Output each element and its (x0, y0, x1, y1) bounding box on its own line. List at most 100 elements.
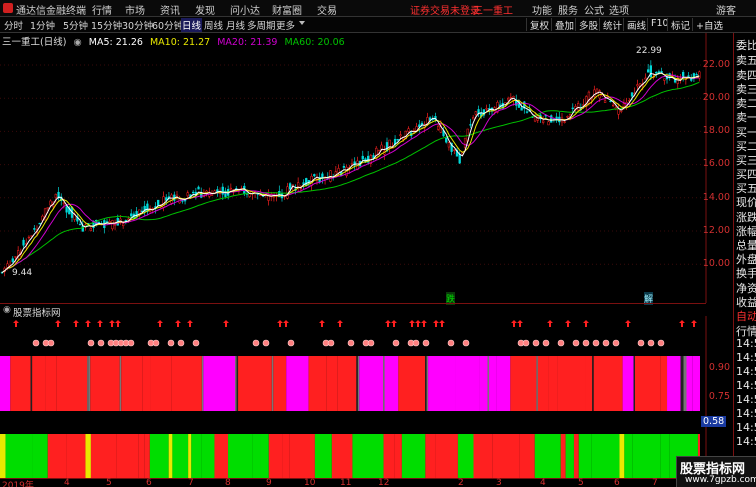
candle-body (192, 191, 195, 194)
band-segment (32, 434, 48, 478)
band-segment (624, 434, 633, 478)
login-notice[interactable]: 证券交易未登录 (410, 2, 480, 17)
menu-trade[interactable]: 交易 (317, 2, 337, 17)
candle-body (485, 108, 488, 110)
signal-bead (87, 339, 95, 347)
signal-bead (582, 339, 590, 347)
indicator-settings-icon[interactable]: ◉ (3, 305, 11, 315)
draw-button[interactable]: 画线 (623, 18, 646, 32)
period-monthly[interactable]: 月线 (226, 18, 245, 32)
candle-body (453, 149, 456, 151)
band-segment (455, 356, 480, 411)
period-5min[interactable]: 5分钟 (63, 18, 88, 32)
up-arrow-icon (625, 320, 631, 327)
signal-bead (637, 339, 645, 347)
candle-body (657, 71, 661, 74)
chevron-down-icon[interactable] (299, 21, 305, 25)
band-segment (537, 356, 549, 411)
band-segment (144, 434, 150, 478)
up-arrow-icon (283, 320, 289, 327)
period-1min[interactable]: 1分钟 (30, 18, 55, 32)
up-arrow-icon (157, 320, 163, 327)
band-segment (426, 356, 429, 411)
signal-bead (152, 339, 160, 347)
menu-functions[interactable]: 功能 (532, 2, 552, 17)
up-arrow-icon (409, 320, 415, 327)
menu-discover[interactable]: 发现 (195, 2, 215, 17)
up-arrow-icon (511, 320, 517, 327)
band-segment (496, 356, 511, 411)
kline-chart[interactable] (0, 33, 733, 303)
period-15min[interactable]: 15分钟 (91, 18, 122, 32)
band-segment (635, 356, 661, 411)
date-tick: 7 (188, 478, 194, 487)
candle-body (78, 223, 82, 226)
menu-news[interactable]: 资讯 (160, 2, 180, 17)
up-arrow-icon (547, 320, 553, 327)
date-tick: 10 (304, 478, 316, 487)
menu-wealth[interactable]: 财富圈 (272, 2, 302, 17)
stats-button[interactable]: 统计 (599, 18, 622, 32)
menu-ask[interactable]: 问小达 (230, 2, 260, 17)
auto-button[interactable]: 自动 (736, 308, 756, 324)
adjust-button[interactable]: 复权 (526, 18, 549, 32)
price-tick: 12.00 (702, 225, 730, 236)
mark-button[interactable]: 标记 (667, 18, 690, 32)
menu-market[interactable]: 市场 (125, 2, 145, 17)
candle-body (288, 183, 292, 190)
band-segment (667, 356, 681, 411)
candle-body (396, 139, 399, 141)
up-arrow-icon (85, 320, 91, 327)
up-arrow-icon (115, 320, 121, 327)
signal-bead (557, 339, 565, 347)
period-tick[interactable]: 分时 (4, 18, 23, 32)
f10-button[interactable]: F10 (647, 18, 669, 31)
candle-body (617, 109, 620, 115)
candle-body (297, 182, 300, 187)
band-segment (619, 434, 625, 478)
candle-body (550, 115, 553, 123)
indicator-header: ◉ 股票指标网 (0, 303, 706, 319)
up-arrow-icon (175, 320, 181, 327)
band-segment (356, 356, 358, 411)
candle-body (54, 193, 57, 198)
candle-body (571, 107, 574, 109)
period-30min[interactable]: 30分钟 (122, 18, 153, 32)
period-daily[interactable]: 日线 (181, 18, 203, 32)
menu-services[interactable]: 服务 (558, 2, 578, 17)
candle-body (445, 137, 448, 143)
band-segment (487, 356, 490, 411)
signal-bead (192, 339, 200, 347)
band-segment (394, 434, 402, 478)
candlesticks (0, 60, 701, 277)
multi-stock-button[interactable]: 多股 (575, 18, 598, 32)
period-multi[interactable]: 多周期 (247, 18, 276, 32)
band-segment (203, 356, 236, 411)
quote-field: 卖五 (736, 54, 756, 67)
add-watchlist-button[interactable]: +自选 (692, 18, 723, 32)
candle-body (622, 103, 626, 107)
band-segment (138, 434, 145, 478)
overlay-button[interactable]: 叠加 (551, 18, 574, 32)
period-weekly[interactable]: 周线 (204, 18, 223, 32)
guest-label[interactable]: 游客 (716, 2, 736, 17)
band-segment (56, 356, 88, 411)
up-arrow-icon (385, 320, 391, 327)
candle-body (38, 222, 41, 225)
candle-body (690, 78, 693, 81)
band-segment (289, 434, 315, 478)
band-segment (286, 356, 309, 411)
menu-options[interactable]: 选项 (609, 2, 629, 17)
candle-body (313, 174, 316, 177)
menu-quotes[interactable]: 行情 (92, 2, 112, 17)
indicator-chart[interactable] (0, 316, 733, 478)
candle-body (14, 256, 17, 258)
period-60min[interactable]: 60分钟 (152, 18, 183, 32)
band-segment (398, 356, 426, 411)
candle-body (542, 120, 545, 123)
menu-formula[interactable]: 公式 (584, 2, 604, 17)
candle-body (197, 186, 200, 190)
date-tick: 11 (340, 478, 352, 487)
period-more[interactable]: 更多 (276, 18, 295, 32)
candle-body (472, 117, 475, 120)
